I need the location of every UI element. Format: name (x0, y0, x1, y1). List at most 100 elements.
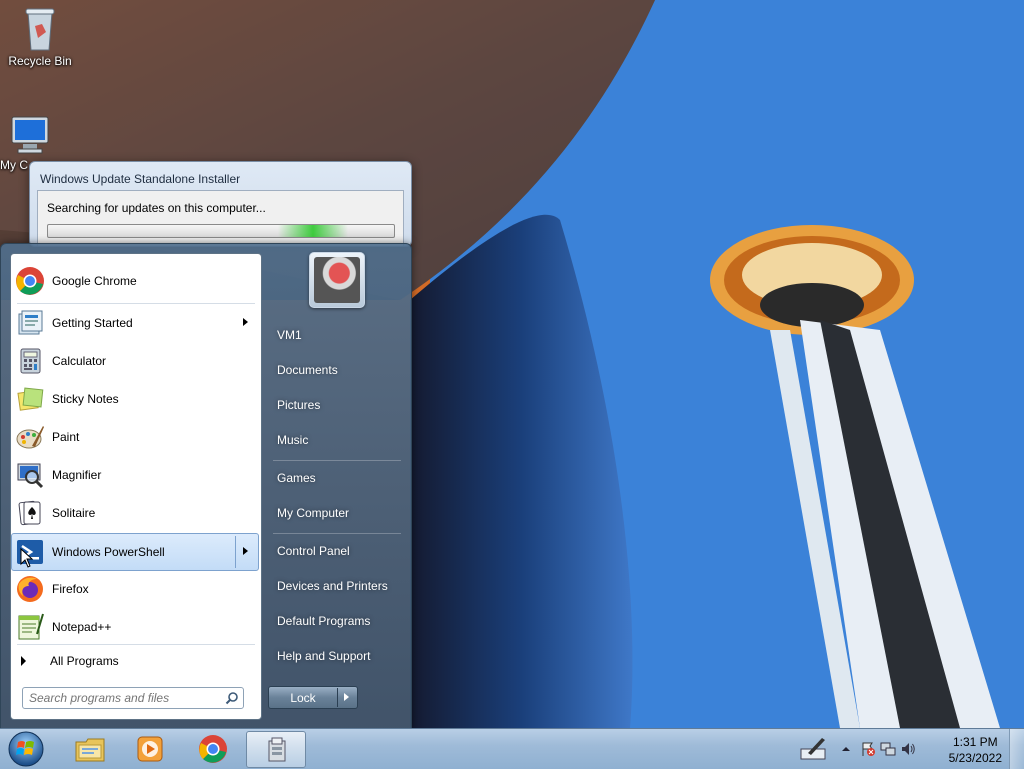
program-label: Paint (52, 430, 80, 444)
taskbar: 1:31 PM 5/23/2022 (0, 728, 1024, 769)
recycle-bin-icon (25, 8, 55, 51)
firefox-icon (17, 576, 43, 602)
show-hidden-icons-icon[interactable] (838, 741, 854, 757)
place-control-panel[interactable]: Control Panel (266, 537, 402, 565)
solitaire-icon (18, 500, 41, 526)
notepadpp-icon (18, 613, 44, 640)
all-programs-arrow-icon (21, 656, 26, 666)
place-user-folder[interactable]: VM1 (266, 321, 402, 349)
start-search-box[interactable] (22, 687, 244, 709)
all-programs-button[interactable]: All Programs (12, 648, 258, 674)
mouse-cursor-icon (20, 548, 34, 568)
place-music[interactable]: Music (266, 426, 402, 454)
place-label: My Computer (277, 506, 350, 520)
place-help-and-support[interactable]: Help and Support (266, 642, 402, 670)
program-calculator[interactable]: Calculator (12, 343, 258, 379)
place-label: Devices and Printers (277, 579, 388, 593)
media-player-icon (137, 736, 163, 762)
calculator-icon (20, 348, 41, 374)
program-firefox[interactable]: Firefox (12, 571, 258, 607)
submenu-arrow-icon[interactable] (243, 547, 248, 555)
system-clock[interactable]: 1:31 PM 5/23/2022 (949, 734, 1002, 766)
getting-started-icon (18, 310, 43, 335)
update-installer-window[interactable]: Windows Update Standalone Installer Sear… (29, 161, 412, 247)
program-label: Magnifier (52, 468, 102, 482)
magnifier-icon (17, 463, 44, 489)
place-documents[interactable]: Documents (266, 356, 402, 384)
program-label: Firefox (52, 582, 89, 596)
all-programs-label: All Programs (50, 654, 119, 668)
program-sticky-notes[interactable]: Sticky Notes (12, 381, 258, 417)
place-label: Help and Support (277, 649, 371, 663)
progress-marquee (278, 225, 348, 237)
program-label: Getting Started (52, 316, 133, 330)
start-search-input[interactable] (27, 689, 221, 707)
program-notepadpp[interactable]: Notepad++ (12, 609, 258, 645)
pen-input-icon[interactable] (800, 735, 828, 761)
window-client: Searching for updates on this computer..… (37, 190, 404, 246)
clock-time: 1:31 PM (952, 735, 998, 749)
user-avatar[interactable] (309, 252, 365, 308)
chrome-icon (199, 735, 227, 763)
taskbar-media-player-button[interactable] (120, 731, 178, 766)
place-label: Default Programs (277, 614, 371, 628)
taskbar-update-installer-button[interactable] (246, 731, 306, 768)
programs-pane: Google Chrome Getting Started Calculator… (10, 253, 262, 720)
place-default-programs[interactable]: Default Programs (266, 607, 402, 635)
lock-label: Lock (290, 691, 316, 705)
place-devices-and-printers[interactable]: Devices and Printers (266, 572, 402, 600)
search-icon[interactable] (225, 691, 239, 705)
update-status-text: Searching for updates on this computer..… (47, 201, 266, 215)
start-orb-icon[interactable] (6, 730, 46, 768)
desktop-icon-label: My C (0, 158, 28, 172)
program-solitaire[interactable]: Solitaire (12, 495, 258, 531)
program-magnifier[interactable]: Magnifier (12, 457, 258, 493)
taskbar-chrome-button[interactable] (183, 731, 241, 766)
avatar-image (314, 257, 360, 303)
place-games[interactable]: Games (266, 464, 402, 492)
place-pictures[interactable]: Pictures (266, 391, 402, 419)
program-label: Sticky Notes (52, 392, 119, 406)
action-center-flag-icon[interactable] (860, 741, 876, 757)
desktop-icon-label: Recycle Bin (8, 54, 72, 68)
program-label: Google Chrome (52, 274, 137, 288)
place-label: Pictures (277, 398, 321, 412)
lock-button[interactable]: Lock (268, 686, 358, 709)
chrome-icon (16, 267, 44, 295)
paint-icon (16, 426, 44, 449)
desktop-icon-recycle-bin[interactable]: Recycle Bin (2, 6, 78, 68)
installer-icon (268, 737, 286, 762)
clock-date: 5/23/2022 (948, 751, 1002, 765)
show-desktop-button[interactable] (1009, 729, 1024, 769)
volume-icon[interactable] (900, 741, 916, 757)
place-label: Control Panel (277, 544, 350, 558)
place-label: VM1 (277, 328, 302, 342)
program-google-chrome[interactable]: Google Chrome (12, 263, 258, 299)
sticky-notes-icon (17, 387, 44, 411)
place-my-computer[interactable]: My Computer (266, 499, 402, 527)
notification-area: 1:31 PM 5/23/2022 (794, 729, 1024, 769)
places-separator (273, 460, 401, 461)
network-icon[interactable] (880, 741, 896, 757)
place-label: Games (277, 471, 316, 485)
window-title: Windows Update Standalone Installer (40, 172, 241, 186)
shutdown-options-arrow-icon[interactable] (344, 693, 349, 701)
program-windows-powershell[interactable]: Windows PowerShell (11, 533, 259, 571)
start-menu: Google Chrome Getting Started Calculator… (0, 243, 412, 730)
my-computer-icon (11, 116, 49, 154)
split-separator (235, 536, 236, 568)
place-label: Music (277, 433, 309, 447)
program-label: Notepad++ (52, 620, 112, 634)
pinned-divider (17, 303, 255, 304)
taskbar-explorer-button[interactable] (60, 731, 118, 766)
program-getting-started[interactable]: Getting Started (12, 305, 258, 341)
place-label: Documents (277, 363, 338, 377)
explorer-folder-icon (75, 738, 105, 762)
program-paint[interactable]: Paint (12, 419, 258, 455)
places-separator (273, 533, 401, 534)
lock-split-separator (337, 688, 338, 707)
program-label: Calculator (52, 354, 107, 368)
submenu-arrow-icon[interactable] (243, 318, 248, 326)
update-progress-bar (47, 224, 395, 238)
program-label: Windows PowerShell (52, 545, 165, 559)
